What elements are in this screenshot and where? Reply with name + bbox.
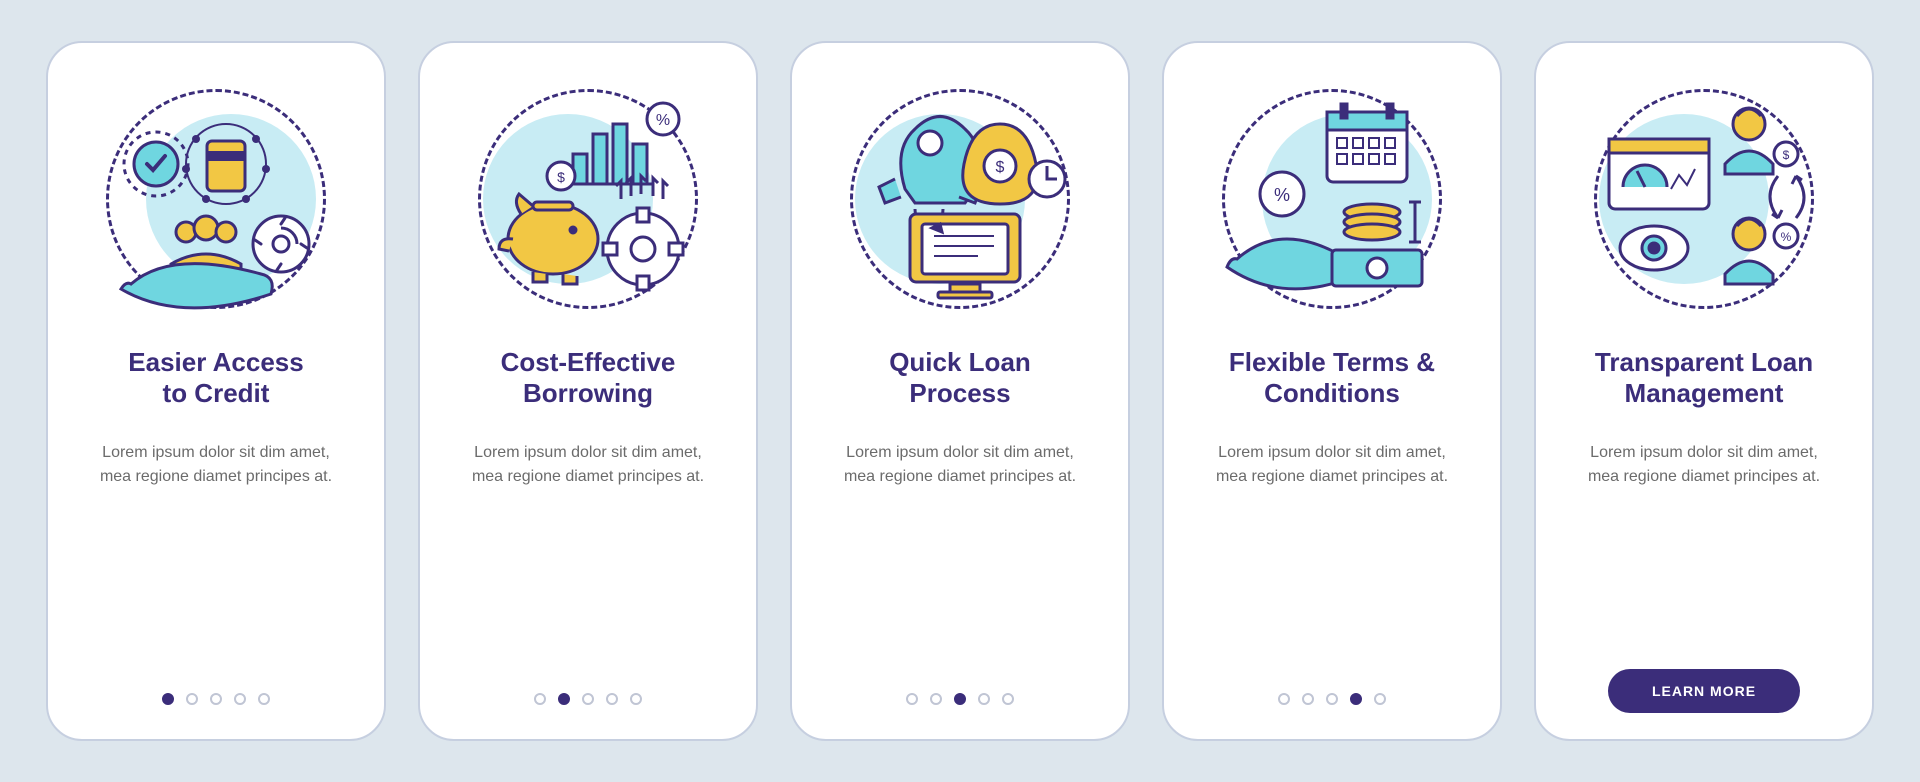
svg-text:$: $ (1783, 148, 1790, 162)
svg-text:$: $ (557, 169, 565, 185)
dot-5[interactable] (1374, 693, 1386, 705)
dot-5[interactable] (258, 693, 270, 705)
dot-4[interactable] (234, 693, 246, 705)
illustration-wrap: $ % (1584, 79, 1824, 319)
dot-3[interactable] (1326, 693, 1338, 705)
dot-2[interactable] (558, 693, 570, 705)
dot-5[interactable] (1002, 693, 1014, 705)
illustration-wrap: % $ (468, 79, 708, 319)
onboarding-card-5: $ % Transparent Loan Management Lorem ip… (1534, 41, 1874, 741)
access-credit-icon (101, 84, 331, 314)
svg-text:%: % (1781, 230, 1792, 244)
quick-loan-icon: $ (845, 84, 1075, 314)
dot-4[interactable] (978, 693, 990, 705)
illustration-wrap (96, 79, 336, 319)
card-description: Lorem ipsum dolor sit dim amet, mea regi… (1202, 441, 1462, 487)
dot-2[interactable] (1302, 693, 1314, 705)
onboarding-card-3: $ Quick Loan Process Lorem ipsum dolor s… (790, 41, 1130, 741)
card-description: Lorem ipsum dolor sit dim amet, mea regi… (86, 441, 346, 487)
pagination-dots (534, 693, 642, 705)
flexible-terms-icon: % (1217, 84, 1447, 314)
dot-1[interactable] (534, 693, 546, 705)
dot-2[interactable] (930, 693, 942, 705)
card-title: Cost-Effective Borrowing (501, 347, 676, 409)
pagination-dots (906, 693, 1014, 705)
onboarding-card-2: % $ (418, 41, 758, 741)
illustration-wrap: % (1212, 79, 1452, 319)
pagination-dots (162, 693, 270, 705)
card-title: Flexible Terms & Conditions (1229, 347, 1435, 409)
card-description: Lorem ipsum dolor sit dim amet, mea regi… (458, 441, 718, 487)
dot-1[interactable] (1278, 693, 1290, 705)
svg-text:%: % (1274, 185, 1290, 205)
dot-1[interactable] (906, 693, 918, 705)
card-description: Lorem ipsum dolor sit dim amet, mea regi… (1574, 441, 1834, 487)
onboarding-card-4: % Flexible Terms & Conditions Lorem ipsu… (1162, 41, 1502, 741)
dot-2[interactable] (186, 693, 198, 705)
learn-more-button[interactable]: LEARN MORE (1608, 669, 1800, 713)
card-description: Lorem ipsum dolor sit dim amet, mea regi… (830, 441, 1090, 487)
illustration-wrap: $ (840, 79, 1080, 319)
dot-3[interactable] (954, 693, 966, 705)
onboarding-card-1: Easier Access to Credit Lorem ipsum dolo… (46, 41, 386, 741)
pagination-dots (1278, 693, 1386, 705)
dot-3[interactable] (210, 693, 222, 705)
dot-1[interactable] (162, 693, 174, 705)
dot-4[interactable] (606, 693, 618, 705)
svg-text:%: % (656, 112, 670, 129)
card-title: Quick Loan Process (889, 347, 1031, 409)
card-title: Transparent Loan Management (1595, 347, 1813, 409)
dot-5[interactable] (630, 693, 642, 705)
svg-text:$: $ (996, 159, 1005, 176)
card-title: Easier Access to Credit (128, 347, 303, 409)
cost-effective-icon: % $ (473, 84, 703, 314)
dot-4[interactable] (1350, 693, 1362, 705)
transparent-loan-icon: $ % (1589, 84, 1819, 314)
dot-3[interactable] (582, 693, 594, 705)
